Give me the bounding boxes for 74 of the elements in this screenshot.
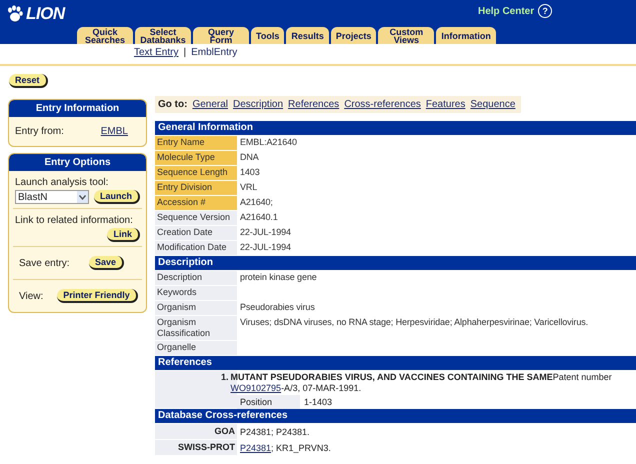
field-value: EMBL:A21640	[239, 136, 298, 149]
field-label: Sequence Length	[155, 166, 237, 180]
breadcrumb-link[interactable]: Text Entry	[134, 47, 178, 61]
goto-link[interactable]: Description	[233, 99, 284, 110]
embl-link[interactable]: EMBL	[100, 126, 128, 137]
reset-button[interactable]: Reset	[9, 74, 48, 88]
patent-link[interactable]: WO9102795	[230, 383, 282, 393]
database-reference: P24381; KR1_PRVN3.	[239, 442, 331, 452]
field-label: Accession #	[155, 196, 237, 210]
panel-title: Entry Information	[9, 100, 146, 117]
related-information-label: Link to related information:	[15, 215, 134, 226]
help-icon[interactable]: ?	[538, 4, 552, 18]
nav-tab[interactable]: Projects	[330, 27, 376, 44]
nav-tab[interactable]: Information	[436, 27, 496, 44]
goto-link[interactable]: General	[192, 99, 228, 110]
field-value: DNA	[239, 151, 260, 164]
entry-from-label: Entry from:	[15, 126, 64, 137]
position-label: Position	[237, 395, 300, 409]
printer-friendly-button[interactable]: Printer Friendly	[57, 289, 138, 303]
section-header: General Information	[155, 121, 636, 136]
goto-link[interactable]: Features	[426, 99, 466, 110]
link-button[interactable]: Link	[107, 228, 140, 242]
launch-button[interactable]: Launch	[94, 190, 140, 204]
tool-dropdown[interactable]: BlastN	[15, 190, 89, 204]
reference-text: MUTANT PSEUDORABIES VIRUS, AND VACCINES CONTAINING THE SAMEPatent number WO9102795-A/3, 07-MAR-1991.	[230, 372, 613, 394]
field-label: Organism Classification	[155, 316, 237, 340]
field-label: Creation Date	[155, 226, 237, 240]
goto-link[interactable]: Cross-references	[344, 99, 421, 110]
field-label: Organelle	[155, 341, 237, 355]
field-value: 22-JUL-1994	[239, 241, 292, 254]
goto-link[interactable]: References	[288, 99, 340, 110]
field-value: A21640.1	[239, 211, 279, 224]
field-label: Modification Date	[155, 241, 237, 255]
panel-title: Entry Options	[9, 154, 146, 171]
field-value: Pseudorabies virus	[239, 301, 316, 314]
nav-tab[interactable]: Results	[286, 27, 329, 44]
paw-icon	[6, 5, 24, 23]
help-center-link[interactable]: Help Center	[478, 6, 534, 16]
field-label: Molecule Type	[155, 151, 237, 165]
field-label: Organism	[155, 301, 237, 315]
nav-tab[interactable]: Select Databanks	[135, 27, 191, 44]
reference-number: 1.	[221, 372, 229, 384]
field-label: Description	[155, 271, 237, 285]
field-label: Keywords	[155, 286, 237, 300]
field-value: VRL	[239, 181, 258, 194]
view-label: View:	[19, 290, 44, 302]
section-header: Database Cross-references	[155, 409, 636, 424]
breadcrumb-separator: |	[183, 47, 186, 60]
section-header: References	[155, 356, 636, 371]
launch-tool-label: Launch analysis tool:	[15, 177, 110, 188]
reference-link[interactable]: P24381	[240, 442, 272, 452]
field-value: 22-JUL-1994	[239, 226, 292, 239]
field-value: 1403	[239, 166, 261, 179]
position-value: 1-1403	[303, 397, 332, 407]
nav-tab[interactable]: Custom Views	[378, 27, 434, 44]
field-value: protein kinase gene	[239, 271, 318, 284]
database-reference: P24381; P24381.	[239, 426, 310, 436]
nav-tab[interactable]: Query Form	[193, 27, 249, 44]
section-header: Description	[155, 256, 636, 271]
goto-link[interactable]: Sequence	[470, 99, 516, 110]
logo-text: LION	[26, 4, 65, 24]
field-value: Viruses; dsDNA viruses, no RNA stage; Herpesviridae; Alphaherpesvirinae; Varicellovirus.	[239, 316, 590, 329]
goto-label: Go to:	[158, 99, 188, 110]
save-button[interactable]: Save	[88, 256, 124, 270]
database-name: GOA	[155, 424, 237, 439]
field-label: Entry Division	[155, 181, 237, 195]
field-label: Sequence Version	[155, 211, 237, 225]
field-label: Entry Name	[155, 136, 237, 150]
nav-tab[interactable]: Quick Searches	[77, 27, 133, 44]
save-entry-label: Save entry:	[19, 258, 70, 268]
field-value: A21640;	[239, 196, 274, 209]
breadcrumb-current: EmblEntry	[191, 47, 238, 60]
nav-tab[interactable]: Tools	[251, 27, 284, 44]
database-name: SWISS-PROT	[155, 440, 237, 455]
